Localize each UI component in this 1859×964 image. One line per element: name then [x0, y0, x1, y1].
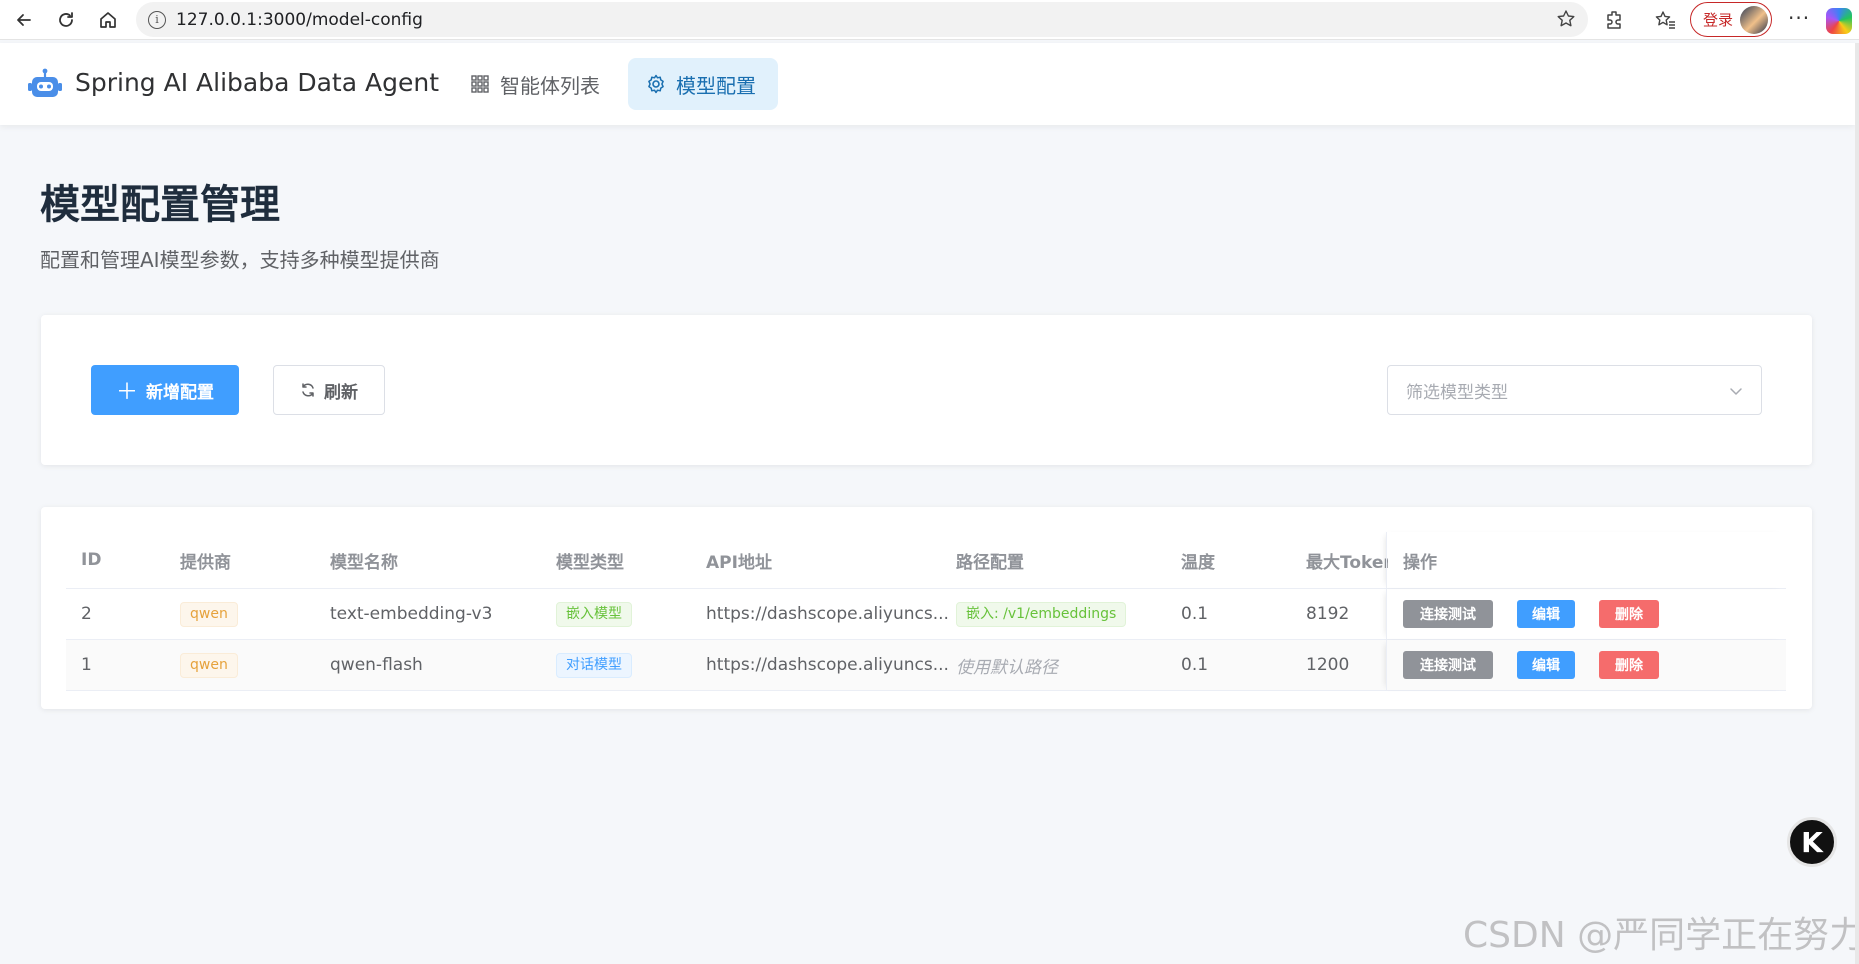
model-config-table: ID 提供商 模型名称 模型类型 API地址 路径配置 温度 最大Token 操…	[66, 532, 1786, 691]
col-header-model-name: 模型名称	[330, 552, 398, 573]
cell-path: 使用默认路径	[956, 657, 1058, 678]
cell-actions: 连接测试 编辑 删除	[1386, 640, 1786, 690]
tab-model-config-label: 模型配置	[676, 73, 756, 98]
delete-button[interactable]: 删除	[1599, 600, 1659, 628]
gear-icon	[648, 74, 664, 94]
col-header-path: 路径配置	[956, 552, 1024, 573]
delete-button[interactable]: 删除	[1599, 651, 1659, 679]
watermark-text: CSDN @严同学正在努力	[1463, 915, 1859, 956]
robot-logo-icon	[28, 68, 62, 97]
model-type-filter-select[interactable]: 筛选模型类型	[1387, 365, 1762, 415]
url-text: 127.0.0.1:3000/model-config	[176, 9, 423, 30]
copilot-icon[interactable]	[1826, 8, 1852, 34]
col-header-id: ID	[81, 550, 102, 570]
table-row: 2 qwen text-embedding-v3 嵌入模型 https://da…	[66, 589, 1786, 640]
col-header-actions: 操作	[1386, 532, 1786, 588]
tab-agent-list[interactable]: 智能体列表	[452, 58, 618, 110]
address-bar[interactable]: i 127.0.0.1:3000/model-config	[136, 2, 1588, 37]
col-header-max-token: 最大Token	[1306, 552, 1388, 573]
site-info-icon[interactable]: i	[148, 10, 166, 29]
favorite-star-icon[interactable]	[1556, 9, 1576, 29]
edit-button[interactable]: 编辑	[1517, 651, 1575, 679]
toolbar-card: ＋ 新增配置 刷新 筛选模型类型	[41, 315, 1812, 465]
cell-actions: 连接测试 编辑 删除	[1386, 589, 1786, 639]
col-header-api: API地址	[706, 552, 772, 573]
cell-max-token: 1200	[1306, 655, 1350, 675]
test-connection-button[interactable]: 连接测试	[1403, 651, 1493, 679]
chevron-down-icon	[1730, 388, 1742, 395]
cell-model-name: text-embedding-v3	[330, 604, 493, 624]
favorites-icon[interactable]	[1654, 9, 1676, 31]
provider-tag: qwen	[180, 652, 238, 678]
col-header-model-type: 模型类型	[556, 552, 624, 573]
cell-model-type: 嵌入模型	[556, 589, 632, 639]
page-subtitle: 配置和管理AI模型参数，支持多种模型提供商	[40, 248, 440, 272]
plus-icon: ＋	[115, 380, 138, 405]
more-menu-icon[interactable]: ···	[1788, 6, 1810, 30]
tab-agent-list-label: 智能体列表	[500, 73, 600, 98]
browser-toolbar: i 127.0.0.1:3000/model-config 登录 ···	[0, 0, 1859, 40]
home-icon[interactable]	[90, 2, 126, 38]
cell-id: 1	[81, 655, 92, 675]
page-title: 模型配置管理	[40, 182, 280, 228]
model-type-tag: 对话模型	[556, 652, 632, 678]
cell-model-name: qwen-flash	[330, 655, 423, 675]
cell-path: 嵌入: /v1/embeddings	[956, 589, 1127, 639]
provider-tag: qwen	[180, 601, 238, 627]
cell-temperature: 0.1	[1181, 655, 1209, 675]
add-config-button[interactable]: ＋ 新增配置	[91, 365, 239, 415]
reload-icon[interactable]	[48, 2, 84, 38]
scrollbar[interactable]	[1855, 43, 1859, 964]
cell-provider: qwen	[180, 589, 238, 639]
cell-id: 2	[81, 604, 92, 624]
login-button[interactable]: 登录	[1690, 2, 1772, 37]
refresh-button[interactable]: 刷新	[273, 365, 385, 415]
table-header-row: ID 提供商 模型名称 模型类型 API地址 路径配置 温度 最大Token 操…	[66, 532, 1786, 589]
app-header: Spring AI Alibaba Data Agent 智能体列表 模型配置	[0, 43, 1855, 125]
cell-max-token: 8192	[1306, 604, 1350, 624]
edit-button[interactable]: 编辑	[1517, 600, 1575, 628]
test-connection-button[interactable]: 连接测试	[1403, 600, 1493, 628]
refresh-icon	[302, 383, 314, 397]
table-row: 1 qwen qwen-flash 对话模型 https://dashscope…	[66, 640, 1786, 691]
refresh-label: 刷新	[324, 382, 358, 403]
add-config-label: 新增配置	[146, 382, 214, 403]
app-title: Spring AI Alibaba Data Agent	[75, 68, 440, 97]
floating-k-button[interactable]: K	[1787, 817, 1837, 867]
avatar	[1740, 6, 1768, 34]
grid-icon	[471, 75, 489, 93]
model-table-card: ID 提供商 模型名称 模型类型 API地址 路径配置 温度 最大Token 操…	[41, 507, 1812, 709]
extensions-icon[interactable]	[1604, 9, 1626, 31]
cell-temperature: 0.1	[1181, 604, 1209, 624]
cell-model-type: 对话模型	[556, 640, 632, 690]
col-header-temperature: 温度	[1181, 552, 1215, 573]
cell-provider: qwen	[180, 640, 238, 690]
cell-api: https://dashscope.aliyuncs...	[706, 655, 949, 675]
model-type-tag: 嵌入模型	[556, 601, 632, 627]
tab-model-config[interactable]: 模型配置	[628, 58, 778, 110]
login-label: 登录	[1703, 11, 1734, 29]
col-header-provider: 提供商	[180, 552, 231, 573]
path-tag: 嵌入: /v1/embeddings	[956, 601, 1127, 627]
cell-api: https://dashscope.aliyuncs...	[706, 604, 949, 624]
filter-placeholder: 筛选模型类型	[1406, 382, 1508, 403]
back-icon[interactable]	[6, 2, 42, 38]
